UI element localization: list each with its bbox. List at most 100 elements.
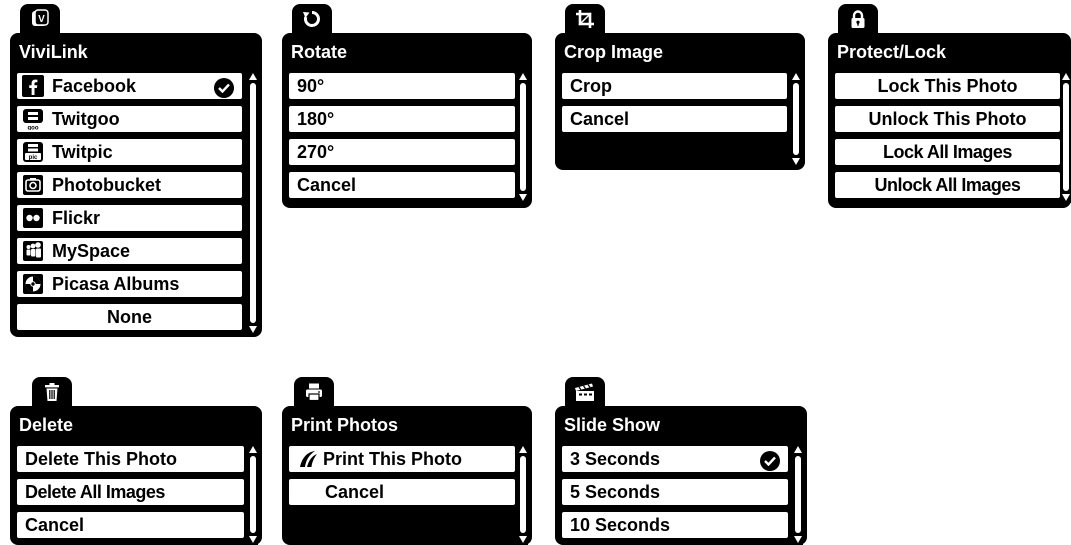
scroll-down-arrow-icon[interactable] xyxy=(249,536,257,543)
vivilink-item-twitpic[interactable]: pic Twitpic xyxy=(15,137,244,167)
vivilink-item-label: None xyxy=(107,306,152,327)
scroll-up-arrow-icon[interactable] xyxy=(519,73,527,80)
crop-title: Crop Image xyxy=(564,42,664,62)
trash-icon xyxy=(45,383,59,401)
crop-item-label: Cancel xyxy=(570,108,630,129)
vivilink-item-none[interactable]: None xyxy=(15,302,244,332)
pictbridge-icon xyxy=(295,446,321,472)
myspace-icon xyxy=(20,238,46,264)
svg-text:V: V xyxy=(38,14,45,25)
print-scrollbar[interactable] xyxy=(518,444,528,545)
rotate-menu: Rotate 90° 180° 270° Cancel xyxy=(282,4,532,208)
slideshow-scrollbar[interactable] xyxy=(793,444,803,545)
scroll-down-arrow-icon[interactable] xyxy=(1062,194,1070,201)
scroll-track[interactable] xyxy=(250,456,256,533)
vivilink-title: ViviLink xyxy=(19,42,88,62)
protect-list: Lock This Photo Unlock This Photo Lock A… xyxy=(833,71,1062,203)
scroll-up-arrow-icon[interactable] xyxy=(249,446,257,453)
scroll-track[interactable] xyxy=(793,83,799,155)
protect-item-label: Lock All Images xyxy=(883,141,1012,162)
svg-text:pic: pic xyxy=(29,155,38,161)
vivilink-item-label: Photobucket xyxy=(52,174,162,195)
vivilink-list: Facebook goo Twitgoo pic Twitpic Photobu… xyxy=(15,71,244,335)
twitpic-icon: pic xyxy=(20,139,46,165)
crop-item-cancel[interactable]: Cancel xyxy=(560,104,789,134)
scroll-down-arrow-icon[interactable] xyxy=(249,326,257,333)
scroll-up-arrow-icon[interactable] xyxy=(792,73,800,80)
slideshow-title: Slide Show xyxy=(564,415,661,435)
rotate-item-270[interactable]: 270° xyxy=(287,137,517,167)
delete-item-label: Delete All Images xyxy=(25,481,165,502)
vivilink-scrollbar[interactable] xyxy=(248,71,258,335)
slideshow-item-label: 10 Seconds xyxy=(570,514,671,535)
crop-scrollbar[interactable] xyxy=(791,71,801,167)
slideshow-item-10-seconds[interactable]: 10 Seconds xyxy=(560,510,790,540)
vivilink-icon: V xyxy=(32,9,49,26)
clapperboard-icon xyxy=(575,383,594,401)
delete-item-label: Delete This Photo xyxy=(25,448,178,469)
print-item-label: Cancel xyxy=(325,481,385,502)
vivilink-item-label: MySpace xyxy=(52,240,131,261)
protect-item-unlock-photo[interactable]: Unlock This Photo xyxy=(833,104,1062,134)
scroll-down-arrow-icon[interactable] xyxy=(519,536,527,543)
delete-item-all-images[interactable]: Delete All Images xyxy=(15,477,246,507)
rotate-item-label: 180° xyxy=(297,108,335,129)
photobucket-icon xyxy=(20,172,46,198)
scroll-track[interactable] xyxy=(1063,83,1069,191)
vivilink-item-facebook[interactable]: Facebook xyxy=(15,71,244,101)
protect-item-label: Unlock This Photo xyxy=(868,108,1027,129)
protect-title: Protect/Lock xyxy=(837,42,947,62)
delete-menu: Delete Delete This Photo Delete All Imag… xyxy=(10,377,262,545)
rotate-item-90[interactable]: 90° xyxy=(287,71,517,101)
rotate-item-label: 270° xyxy=(297,141,335,162)
scroll-track[interactable] xyxy=(795,456,801,533)
delete-item-cancel[interactable]: Cancel xyxy=(15,510,246,540)
flickr-icon xyxy=(20,205,46,231)
vivilink-item-picasa[interactable]: Picasa Albums xyxy=(15,269,244,299)
delete-item-this-photo[interactable]: Delete This Photo xyxy=(15,444,246,474)
rotate-item-cancel[interactable]: Cancel xyxy=(287,170,517,200)
protect-item-lock-all[interactable]: Lock All Images xyxy=(833,137,1062,167)
vivilink-item-label: Picasa Albums xyxy=(52,273,180,294)
crop-item-label: Crop xyxy=(570,75,612,96)
print-item-cancel[interactable]: Cancel xyxy=(287,477,517,507)
scroll-track[interactable] xyxy=(520,83,526,191)
scroll-up-arrow-icon[interactable] xyxy=(249,73,257,80)
scroll-down-arrow-icon[interactable] xyxy=(519,194,527,201)
crop-menu: Crop Image Crop Cancel xyxy=(555,4,805,170)
rotate-list: 90° 180° 270° Cancel xyxy=(287,71,517,203)
vivilink-item-twitgoo[interactable]: goo Twitgoo xyxy=(15,104,244,134)
crop-item-crop[interactable]: Crop xyxy=(560,71,789,101)
slideshow-item-5-seconds[interactable]: 5 Seconds xyxy=(560,477,790,507)
slideshow-item-3-seconds[interactable]: 3 Seconds xyxy=(560,444,790,474)
vivilink-menu: V ViviLink Facebook goo Twitgoo pic Twit… xyxy=(10,4,262,337)
lock-icon xyxy=(851,10,865,28)
printer-icon xyxy=(306,383,322,402)
protect-item-lock-photo[interactable]: Lock This Photo xyxy=(833,71,1062,101)
protect-scrollbar[interactable] xyxy=(1061,71,1071,203)
checkmark-icon xyxy=(760,451,780,471)
print-menu: Print Photos Print This Photo Cancel xyxy=(282,377,532,545)
vivilink-item-flickr[interactable]: Flickr xyxy=(15,203,244,233)
scroll-down-arrow-icon[interactable] xyxy=(792,158,800,165)
scroll-up-arrow-icon[interactable] xyxy=(794,446,802,453)
slideshow-item-label: 5 Seconds xyxy=(570,481,661,502)
delete-scrollbar[interactable] xyxy=(248,444,258,545)
protect-item-unlock-all[interactable]: Unlock All Images xyxy=(833,170,1062,200)
scroll-up-arrow-icon[interactable] xyxy=(519,446,527,453)
scroll-track[interactable] xyxy=(250,83,256,323)
rotate-item-label: 90° xyxy=(297,75,325,96)
print-item-this-photo[interactable]: Print This Photo xyxy=(287,444,517,474)
rotate-item-180[interactable]: 180° xyxy=(287,104,517,134)
rotate-icon xyxy=(303,11,320,27)
scroll-down-arrow-icon[interactable] xyxy=(794,536,802,543)
print-list: Print This Photo Cancel xyxy=(287,444,517,510)
picasa-icon xyxy=(20,271,46,297)
slideshow-list: 3 Seconds 5 Seconds 10 Seconds xyxy=(560,444,790,543)
vivilink-item-photobucket[interactable]: Photobucket xyxy=(15,170,244,200)
vivilink-item-myspace[interactable]: MySpace xyxy=(15,236,244,266)
rotate-scrollbar[interactable] xyxy=(518,71,528,203)
delete-title: Delete xyxy=(19,415,74,435)
scroll-track[interactable] xyxy=(520,456,526,533)
scroll-up-arrow-icon[interactable] xyxy=(1062,73,1070,80)
